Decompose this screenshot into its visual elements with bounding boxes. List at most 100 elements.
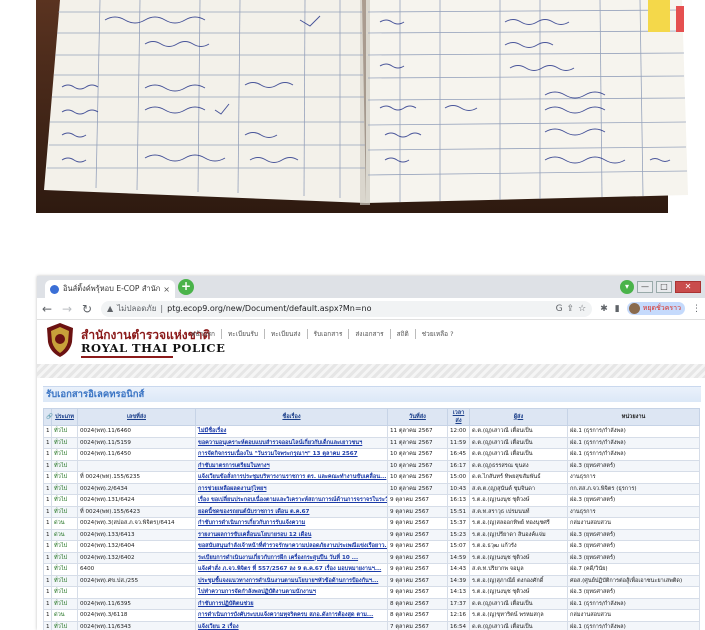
doc-subject-link[interactable]: รายงานผลการขับเคลื่อนนโยบายรอบ 12 เดือน xyxy=(195,528,388,541)
share-icon[interactable]: ⇪ xyxy=(567,304,575,314)
browser-menu-icon[interactable]: ⋮ xyxy=(692,304,701,314)
column-header-type[interactable]: ประเภท xyxy=(51,408,78,426)
menu-send-documents[interactable]: ส่งเอกสาร xyxy=(348,329,389,339)
table-row[interactable]: 1 ทั่วไป 0024(พท).2/6434 การช่วยเหลือผลดงาน… xyxy=(43,482,700,495)
table-row[interactable]: 1 ทั่วไป 0024(พท).11/6395 กำชับการปฏิบัติตน… xyxy=(43,597,700,610)
menu-statistics[interactable]: สถิติ xyxy=(389,329,415,339)
column-header-subject[interactable]: ชื่อเรื่อง xyxy=(195,408,388,426)
table-row[interactable]: 1 ทั่วไป ที่ 0024(พท).155/6423 ยอดนี้ชดของร… xyxy=(43,505,700,518)
table-body: 1 ทั่วไป 0024(พท).11/6460 ไม่มีชื่อเรื่อง 11… xyxy=(43,425,700,630)
tab-close-icon[interactable]: × xyxy=(163,285,170,294)
table-row[interactable]: 1 ด่วน 0024(พท).3/6118 การดำเนินการบังคับระ… xyxy=(43,609,700,622)
table-row[interactable]: 1 ทั่วไป ไปทำความการจัดกำลังพลปฏิบัติงานตา… xyxy=(43,586,700,599)
menu-send-register[interactable]: ทะเบียนส่ง xyxy=(264,329,307,339)
side-panel-icon[interactable]: ▮ xyxy=(615,304,620,314)
sender: ส.ต.ต.(ญ)สุนันต์ ชุมจินดา xyxy=(469,482,568,495)
browser-tab[interactable]: อินส์ติ้งค์พรุ้หอบ E-COP สำนักงานต × xyxy=(45,280,175,298)
table-row[interactable]: 1 ด่วน 0024(พท).3(สปอส.ภ.จว.พิจิตร)/6414 กำ… xyxy=(43,517,700,530)
police-emblem-icon xyxy=(47,323,73,357)
address-bar[interactable]: ▲ ไม่ปลอดภัย | ptg.ecop9.org/new/Documen… xyxy=(101,300,593,317)
doc-subject-link[interactable]: ขอความอนุเคราะห์ตอบแบบสำรวจออนไลน์เกี่ยว… xyxy=(195,436,388,449)
row-number: 1 xyxy=(43,448,52,461)
table-row[interactable]: 1 ทั่วไป 6400 แจ้งคำสั่ง ภ.จว.พิจิตร ที่ 55… xyxy=(43,563,700,576)
minimize-button[interactable]: — xyxy=(637,281,653,293)
sent-time: 12:00 xyxy=(447,425,470,438)
doc-subject-link[interactable]: การจัดกิจกรรมเนื่องใน "วันรวมใจพระกรุณาฯ… xyxy=(195,448,388,461)
doc-subject-link[interactable]: แจ้งเวียน 2 เรื่อง xyxy=(195,620,388,630)
doc-subject-link[interactable]: ขอสนับสนุนกำลังเจ้าหน้าที่ตำรวจรักษาความ… xyxy=(195,540,388,553)
sent-date: 9 ตุลาคม 2567 xyxy=(387,574,448,587)
sent-time: 16:54 xyxy=(447,620,470,630)
row-number: 1 xyxy=(43,425,52,438)
doc-subject-link[interactable]: กำชับการปฏิบัติตนช่วย xyxy=(195,597,388,610)
doc-number: 0024(พท).132/6404 xyxy=(77,540,196,553)
sent-date: 9 ตุลาคม 2567 xyxy=(387,505,448,518)
table-row[interactable]: 1 ทั่วไป ที่ 0024(พท).155/6235 แจ้งเวียนข้อ… xyxy=(43,471,700,484)
doc-type: ทั่วไป xyxy=(51,505,78,518)
profile-status-label: หยุดชั่วคราว xyxy=(642,304,681,312)
logbook-photo-graphic xyxy=(36,0,688,213)
doc-subject-link[interactable]: แจ้งคำสั่ง ภ.จว.พิจิตร ที่ 557/2567 ลง 9… xyxy=(195,563,388,576)
column-header-department: หน่วยงาน xyxy=(567,408,700,426)
department: ฝอ.3 (ยุทธศาสตร์) xyxy=(567,551,700,564)
url-text[interactable]: ptg.ecop9.org/new/Document/default.aspx?… xyxy=(167,304,552,313)
back-arrow-icon[interactable]: ← xyxy=(41,302,53,316)
doc-number: ที่ 0024(พท).155/6235 xyxy=(77,471,196,484)
doc-subject-link[interactable]: กำชับมาตรการเตรียมในทางฯ xyxy=(195,459,388,472)
department: ฝอ.3 (ยุทธศาสตร์) xyxy=(567,540,700,553)
doc-subject-link[interactable]: การช่วยเหลือผลดงานกุ่ไทยฯ xyxy=(195,482,388,495)
table-row[interactable]: 1 ทั่วไป 0024(พท).11/6343 แจ้งเวียน 2 เรื่อ… xyxy=(43,620,700,630)
close-window-button[interactable]: ✕ xyxy=(675,281,701,293)
menu-receive-register[interactable]: ทะเบียนรับ xyxy=(221,329,264,339)
browser-window: อินส์ติ้งค์พรุ้หอบ E-COP สำนักงานต × + ▾… xyxy=(37,276,705,630)
sender: ร.ต.อ.(ญ)สลออกทิพย์ ทองนุชศรี xyxy=(469,517,568,530)
google-lens-icon[interactable]: G xyxy=(556,304,563,314)
doc-subject-link[interactable]: กำชับการดำเนินการเกี่ยวกับการรับแจ้งความ xyxy=(195,517,388,530)
table-row[interactable]: 1 ด่วน 0024(พท).133/6413 รายงานผลการขับเคลื… xyxy=(43,528,700,541)
bookmark-star-icon[interactable]: ☆ xyxy=(578,304,586,314)
table-row[interactable]: 1 ทั่วไป กำชับมาตรการเตรียมในทางฯ 10 ตุลาคม… xyxy=(43,459,700,472)
sent-time: 14:39 xyxy=(447,574,470,587)
department: ฝอ.1 (ธุรการ/กำลังพล) xyxy=(567,436,700,449)
doc-number: 0024(พท).ศข.ปส./255 xyxy=(77,574,196,587)
doc-subject-link[interactable]: แจ้งเวียนข้อสั่งการประชุมบริหารงานราชการ… xyxy=(195,471,388,484)
forward-arrow-icon[interactable]: → xyxy=(61,302,73,316)
not-secure-warning-icon[interactable]: ▲ xyxy=(107,304,113,313)
doc-subject-link[interactable]: ไปทำความการจัดกำลังพลปฏิบัติงานตามนักงาน… xyxy=(195,586,388,599)
table-row[interactable]: 1 ทั่วไป 0024(พท).132/6404 ขอสนับสนุนกำลังเ… xyxy=(43,540,700,553)
column-header-sender[interactable]: ผู้ส่ง xyxy=(469,408,568,426)
doc-subject-link[interactable]: ระเบียบการดำเนินงานเกี่ยวกับการฝึก เครื่… xyxy=(195,551,388,564)
reload-icon[interactable]: ↻ xyxy=(81,302,93,316)
profile-button[interactable]: หยุดชั่วคราว xyxy=(626,302,685,315)
table-row[interactable]: 1 ทั่วไป 0024(พท).11/6460 ไม่มีชื่อเรื่อง 11… xyxy=(43,425,700,438)
extensions-icon[interactable]: ✱ xyxy=(600,304,608,314)
sent-date: 11 ตุลาคม 2567 xyxy=(387,425,448,438)
table-row[interactable]: 1 ทั่วไป 0024(พท).131/6424 เรื่อง ขอเปลี่ยน… xyxy=(43,494,700,507)
doc-subject-link[interactable]: ประชุมชี้แจงแนวทางการดำเนินงานตามนโยบายฯ… xyxy=(195,574,388,587)
tab-search-icon[interactable]: ▾ xyxy=(620,280,634,294)
sent-time: 15:37 xyxy=(447,517,470,530)
column-header-date[interactable]: วันที่ส่ง xyxy=(387,408,448,426)
doc-subject-link[interactable]: ไม่มีชื่อเรื่อง xyxy=(195,425,388,438)
restore-button[interactable]: □ xyxy=(656,281,672,293)
table-row[interactable]: 1 ทั่วไป 0024(พท).132/6402 ระเบียบการดำเนิน… xyxy=(43,551,700,564)
doc-subject-link[interactable]: การดำเนินการบังคับระบบแจ้งความทุจริตครบ … xyxy=(195,609,388,622)
table-row[interactable]: 1 ทั่วไป 0024(พท).ศข.ปส./255 ประชุมชี้แจงแน… xyxy=(43,574,700,587)
doc-subject-link[interactable]: เรื่อง ขอเปลี่ยนประกอบเนื่องตามและวิเครา… xyxy=(195,494,388,507)
department: งานธุรการ xyxy=(567,505,700,518)
menu-receive-documents[interactable]: รับเอกสาร xyxy=(306,329,349,339)
sent-date: 11 ตุลาคม 2567 xyxy=(387,436,448,449)
table-row[interactable]: 1 ทั่วไป 0024(พท).11/6450 การจัดกิจกรรมเนื่… xyxy=(43,448,700,461)
doc-subject-link[interactable]: ยอดนี้ชดของรถยนต์นับราชการ เดือน ต.ค.67 xyxy=(195,505,388,518)
column-header-doc-number[interactable]: เลขที่ส่ง xyxy=(77,408,196,426)
site-menu: หน้าแรก ทะเบียนรับ ทะเบียนส่ง รับเอกสาร … xyxy=(185,329,460,339)
menu-home[interactable]: หน้าแรก xyxy=(185,329,221,339)
menu-help[interactable]: ช่วยเหลือ ? xyxy=(414,329,460,339)
table-row[interactable]: 1 ทั่วไป 0024(พท).11/5159 ขอความอนุเคราะห์ต… xyxy=(43,436,700,449)
department: ฝอ.7 (คดี/วินัย) xyxy=(567,563,700,576)
sent-date: 9 ตุลาคม 2567 xyxy=(387,586,448,599)
column-header-time[interactable]: เวลาส่ง xyxy=(447,408,470,426)
sent-time: 11:59 xyxy=(447,436,470,449)
new-tab-button[interactable]: + xyxy=(178,279,194,295)
sender: ส.ต.ท.ปริยากพ จอมูล xyxy=(469,563,568,576)
